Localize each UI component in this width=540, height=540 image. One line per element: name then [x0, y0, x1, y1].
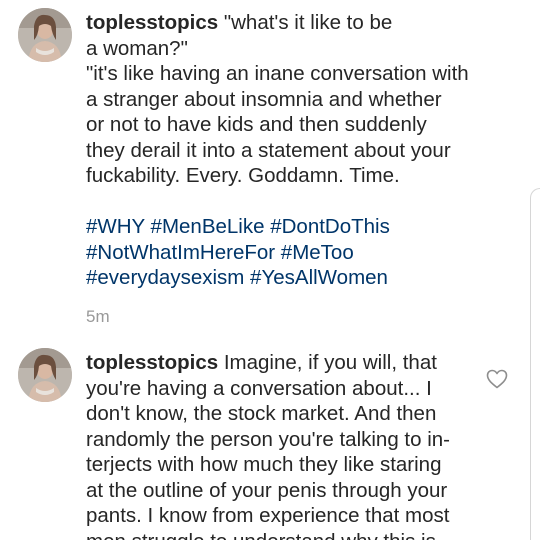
- comment-text: Imagine, if you will, that: [223, 351, 437, 374]
- comment-text: pants. I know from experience that most: [86, 504, 450, 527]
- comment-text: they derail it into a statement about yo…: [86, 138, 451, 162]
- comment-text: terjects with how much they like staring: [86, 453, 442, 476]
- comment-feed: toplesstopics "what's it like to be a wo…: [0, 0, 540, 540]
- heart-outline-icon[interactable]: [486, 369, 508, 389]
- comment-text: at the outline of your penis through you…: [86, 478, 448, 502]
- comment-text: don't know, the stock market. And then: [86, 402, 437, 425]
- avatar[interactable]: [18, 8, 72, 62]
- comment-text: "it's like having an inane conversation …: [86, 62, 469, 85]
- comment-text: a woman?": [86, 36, 188, 60]
- comment-text: randomly the person you're talking to in…: [86, 427, 450, 451]
- hashtag-line[interactable]: #everydaysexism #YesAllWomen: [86, 265, 486, 291]
- comment-line: toplesstopics "what's it like to be: [86, 10, 486, 36]
- comment-body: toplesstopics Imagine, if you will, that…: [86, 350, 486, 540]
- hashtag-line[interactable]: #WHY #MenBeLike #DontDoThis: [86, 214, 486, 240]
- comment-text: or not to have kids and then suddenly: [86, 113, 427, 136]
- scroll-panel-edge: [530, 188, 540, 540]
- username-link[interactable]: toplesstopics: [86, 11, 218, 34]
- comment-text: "what's it like to be: [223, 11, 393, 34]
- username-link[interactable]: toplesstopics: [86, 351, 218, 374]
- comment-text: a stranger about insomnia and whether: [86, 87, 442, 111]
- comment-body: toplesstopics "what's it like to be a wo…: [86, 10, 486, 329]
- comment-text: men struggle to understand why this is: [86, 529, 486, 540]
- comment-line: toplesstopics Imagine, if you will, that: [86, 350, 486, 376]
- comment-text: you're having a conversation about... I: [86, 376, 432, 400]
- comment-text: fuckability. Every. Goddamn. Time.: [86, 164, 400, 187]
- timestamp: 5m: [86, 306, 110, 326]
- hashtag-line[interactable]: #NotWhatImHereFor #MeToo: [86, 240, 486, 266]
- avatar[interactable]: [18, 348, 72, 402]
